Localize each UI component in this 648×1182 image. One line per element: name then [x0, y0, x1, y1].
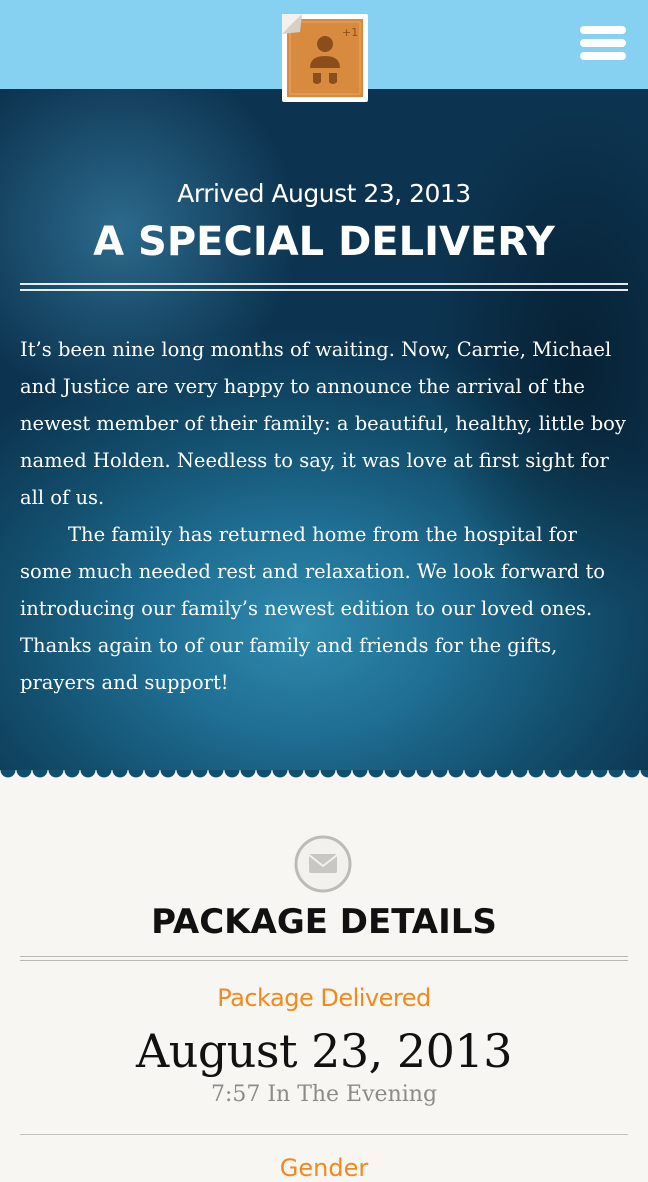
menu-line — [580, 39, 626, 47]
gender-label: Gender — [279, 1154, 369, 1182]
section-divider — [20, 956, 628, 961]
delivered-date: August 23, 2013 — [136, 1024, 512, 1078]
hero-section: Arrived August 23, 2013 A SPECIAL DELIVE… — [0, 89, 648, 782]
delivered-time: 7:57 In The Evening — [210, 1082, 438, 1107]
package-details-section: PACKAGE DETAILS Package Delivered August… — [0, 784, 648, 1182]
scalloped-edge — [0, 770, 648, 784]
stamp-badge: +1 — [342, 26, 358, 39]
delivered-label: Package Delivered — [217, 984, 431, 1012]
hero-title: A SPECIAL DELIVERY — [93, 219, 555, 265]
hamburger-menu-icon[interactable] — [580, 26, 626, 66]
announcement-paragraph: The family has returned home from the ho… — [20, 523, 606, 694]
hero-divider — [20, 283, 628, 291]
baby-stamp-icon[interactable]: +1 — [280, 12, 370, 104]
arrival-date: Arrived August 23, 2013 — [177, 179, 471, 208]
menu-line — [580, 52, 626, 60]
announcement-paragraph: It’s been nine long months of waiting. N… — [20, 338, 626, 509]
envelope-icon — [294, 835, 352, 893]
announcement-text: It’s been nine long months of waiting. N… — [20, 331, 632, 701]
row-divider — [20, 1134, 628, 1135]
section-title: PACKAGE DETAILS — [151, 902, 497, 942]
menu-line — [580, 26, 626, 34]
